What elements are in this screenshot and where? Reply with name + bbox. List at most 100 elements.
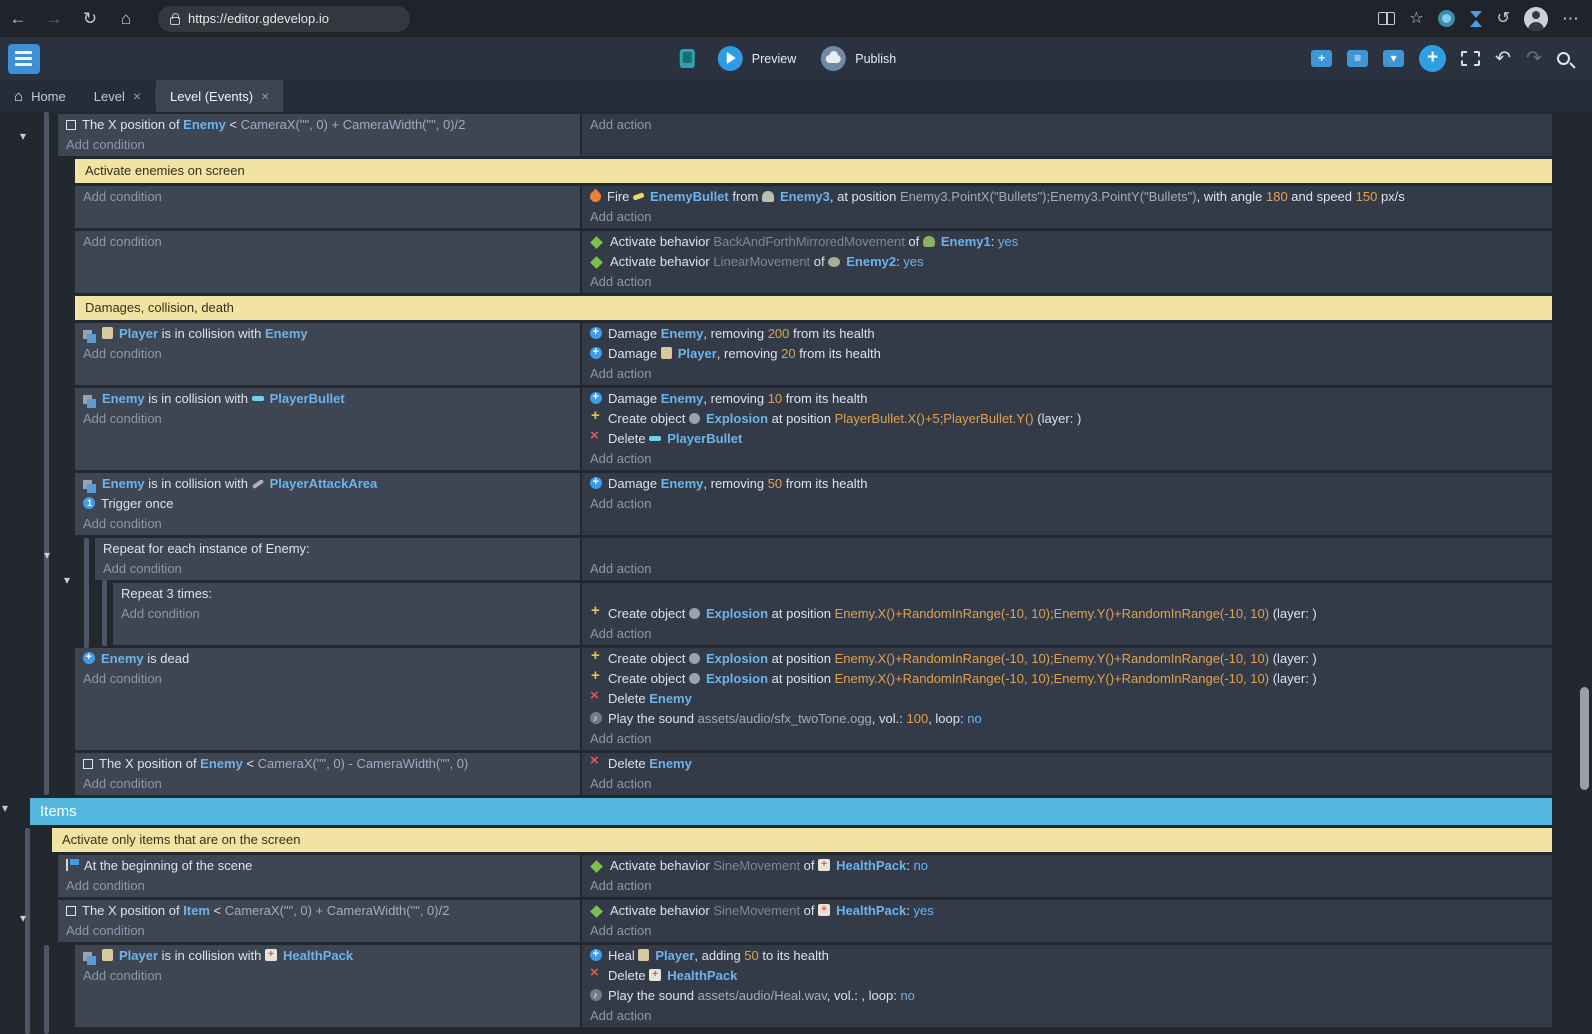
condition-line[interactable]: Player is in collision with Enemy [75,324,580,344]
favorites-icon[interactable]: ☆ [1409,11,1423,27]
add-condition-link[interactable]: Add condition [75,966,580,986]
add-condition-link[interactable]: Add condition [75,514,580,534]
add-action-link[interactable]: Add action [582,494,1552,514]
extension-icon[interactable] [1438,10,1455,27]
condition-line[interactable]: Enemy is in collision with PlayerAttackA… [75,474,580,494]
action-line[interactable]: Create object Explosion at position Play… [582,409,1552,429]
home-icon[interactable]: ⌂ [108,9,144,29]
sync-icon[interactable]: ↺ [1497,11,1510,27]
redo-icon[interactable]: ↷ [1526,49,1542,68]
add-action-link[interactable]: Add action [582,207,1552,227]
action-line[interactable]: Activate behavior SineMovement of Health… [582,901,1552,921]
action-line[interactable]: Activate behavior SineMovement of Health… [582,856,1552,876]
comment-bar[interactable]: Damages, collision, death [75,296,1552,320]
text: (layer: ) [1034,411,1082,426]
add-action-link[interactable]: Add action [582,272,1552,292]
action-line[interactable]: Create object Explosion at position Enem… [582,669,1552,689]
action-line[interactable]: Damage Enemy, removing 200 from its heal… [582,324,1552,344]
tab-home[interactable]: ⌂ Home [0,80,80,112]
add-action-link[interactable]: Add action [582,774,1552,794]
publish-button[interactable]: Publish [855,52,896,66]
add-action-link[interactable]: Add action [582,1006,1552,1026]
address-bar[interactable]: https://editor.gdevelop.io [158,6,410,32]
action-line[interactable]: Heal Player, adding 50 to its health [582,946,1552,966]
preview-button[interactable]: Preview [752,52,796,66]
search-icon[interactable] [1557,52,1570,65]
add-event-icon[interactable]: + [1311,50,1332,67]
add-new-event-button[interactable]: + [1419,45,1446,72]
add-condition-link[interactable]: Add condition [58,135,580,155]
close-icon[interactable]: × [261,89,269,103]
add-action-link[interactable]: Add action [582,624,1552,644]
condition-line[interactable]: The X position of Item < CameraX("", 0) … [58,901,580,921]
add-condition-link[interactable]: Add condition [75,187,580,207]
action-line[interactable]: Delete HealthPack [582,966,1552,986]
condition-line[interactable]: At the beginning of the scene [58,856,580,876]
event-header[interactable]: Repeat for each instance of Enemy: [95,539,580,559]
action-line[interactable]: Create object Explosion at position Enem… [582,649,1552,669]
avatar[interactable] [1524,7,1548,31]
browser-menu-icon[interactable]: ⋯ [1562,10,1580,27]
action-line[interactable]: Delete PlayerBullet [582,429,1552,449]
add-condition-link[interactable]: Add condition [113,604,580,624]
add-more-events-icon[interactable]: ▾ [1383,50,1404,67]
comment-bar[interactable]: Activate only items that are on the scre… [52,828,1552,852]
action-line[interactable]: Damage Player, removing 20 from its heal… [582,344,1552,364]
action-line[interactable]: Fire EnemyBullet from Enemy3, at positio… [582,187,1552,207]
add-action-link[interactable]: Add action [582,876,1552,896]
action-line[interactable]: Damage Enemy, removing 50 from its healt… [582,474,1552,494]
action-line[interactable]: Activate behavior LinearMovement of Enem… [582,252,1552,272]
action-line[interactable]: Play the sound assets/audio/sfx_twoTone.… [582,709,1552,729]
action-line[interactable]: Play the sound assets/audio/Heal.wav, vo… [582,986,1552,1006]
tab-level[interactable]: Level × [80,80,155,112]
selection-mode-icon[interactable] [1461,51,1480,66]
publish-icon[interactable] [821,46,846,71]
add-action-link[interactable]: Add action [582,921,1552,941]
action-line[interactable]: Create object Explosion at position Enem… [582,604,1552,624]
collapse-caret[interactable]: ▾ [44,549,50,561]
add-action-link[interactable]: Add action [582,449,1552,469]
group-bar[interactable]: Items [30,798,1552,825]
action-line[interactable]: Delete Enemy [582,689,1552,709]
add-condition-link[interactable]: Add condition [75,774,580,794]
collapse-caret[interactable]: ▾ [64,574,70,586]
tab-level-events[interactable]: Level (Events) × [156,80,283,112]
add-action-link[interactable]: Add action [582,729,1552,749]
add-action-link[interactable]: Add action [582,559,1552,579]
undo-icon[interactable]: ↶ [1495,49,1511,68]
add-condition-link[interactable]: Add condition [75,409,580,429]
condition-line[interactable]: Enemy is dead [75,649,580,669]
add-condition-link[interactable]: Add condition [58,921,580,941]
preview-play-icon[interactable] [718,46,743,71]
condition-line[interactable]: Trigger once [75,494,580,514]
condition-line[interactable]: Enemy is in collision with PlayerBullet [75,389,580,409]
collapse-caret[interactable]: ▾ [2,802,8,814]
collapse-caret[interactable]: ▾ [20,912,26,924]
split-screen-icon[interactable] [1378,12,1395,25]
debug-preview-icon[interactable] [680,49,695,68]
add-condition-link[interactable]: Add condition [75,669,580,689]
add-condition-link[interactable]: Add condition [75,232,580,252]
vertical-scrollbar[interactable] [1580,687,1589,790]
condition-line[interactable]: Player is in collision with HealthPack [75,946,580,966]
condition-line[interactable]: The X position of Enemy < CameraX("", 0)… [58,115,580,135]
refresh-icon[interactable]: ↻ [72,9,108,29]
forward-icon[interactable]: → [36,9,72,29]
gdevelop-logo[interactable] [8,44,40,74]
event-header[interactable]: Repeat 3 times: [113,584,580,604]
close-icon[interactable]: × [133,89,141,103]
comment-bar[interactable]: Activate enemies on screen [75,159,1552,183]
hourglass-extension-icon[interactable] [1469,11,1483,27]
action-line[interactable]: Activate behavior BackAndForthMirroredMo… [582,232,1552,252]
action-line[interactable]: Delete Enemy [582,754,1552,774]
add-condition-link[interactable]: Add condition [58,876,580,896]
add-action-link[interactable]: Add action [582,115,1552,135]
action-line[interactable]: Damage Enemy, removing 10 from its healt… [582,389,1552,409]
condition-line[interactable]: The X position of Enemy < CameraX("", 0)… [75,754,580,774]
add-subevent-icon[interactable]: ≡ [1347,50,1368,67]
add-condition-link[interactable]: Add condition [75,344,580,364]
add-action-link[interactable]: Add action [582,364,1552,384]
add-condition-link[interactable]: Add condition [95,559,580,579]
collapse-caret[interactable]: ▾ [20,130,26,142]
back-icon[interactable]: ← [0,9,36,29]
